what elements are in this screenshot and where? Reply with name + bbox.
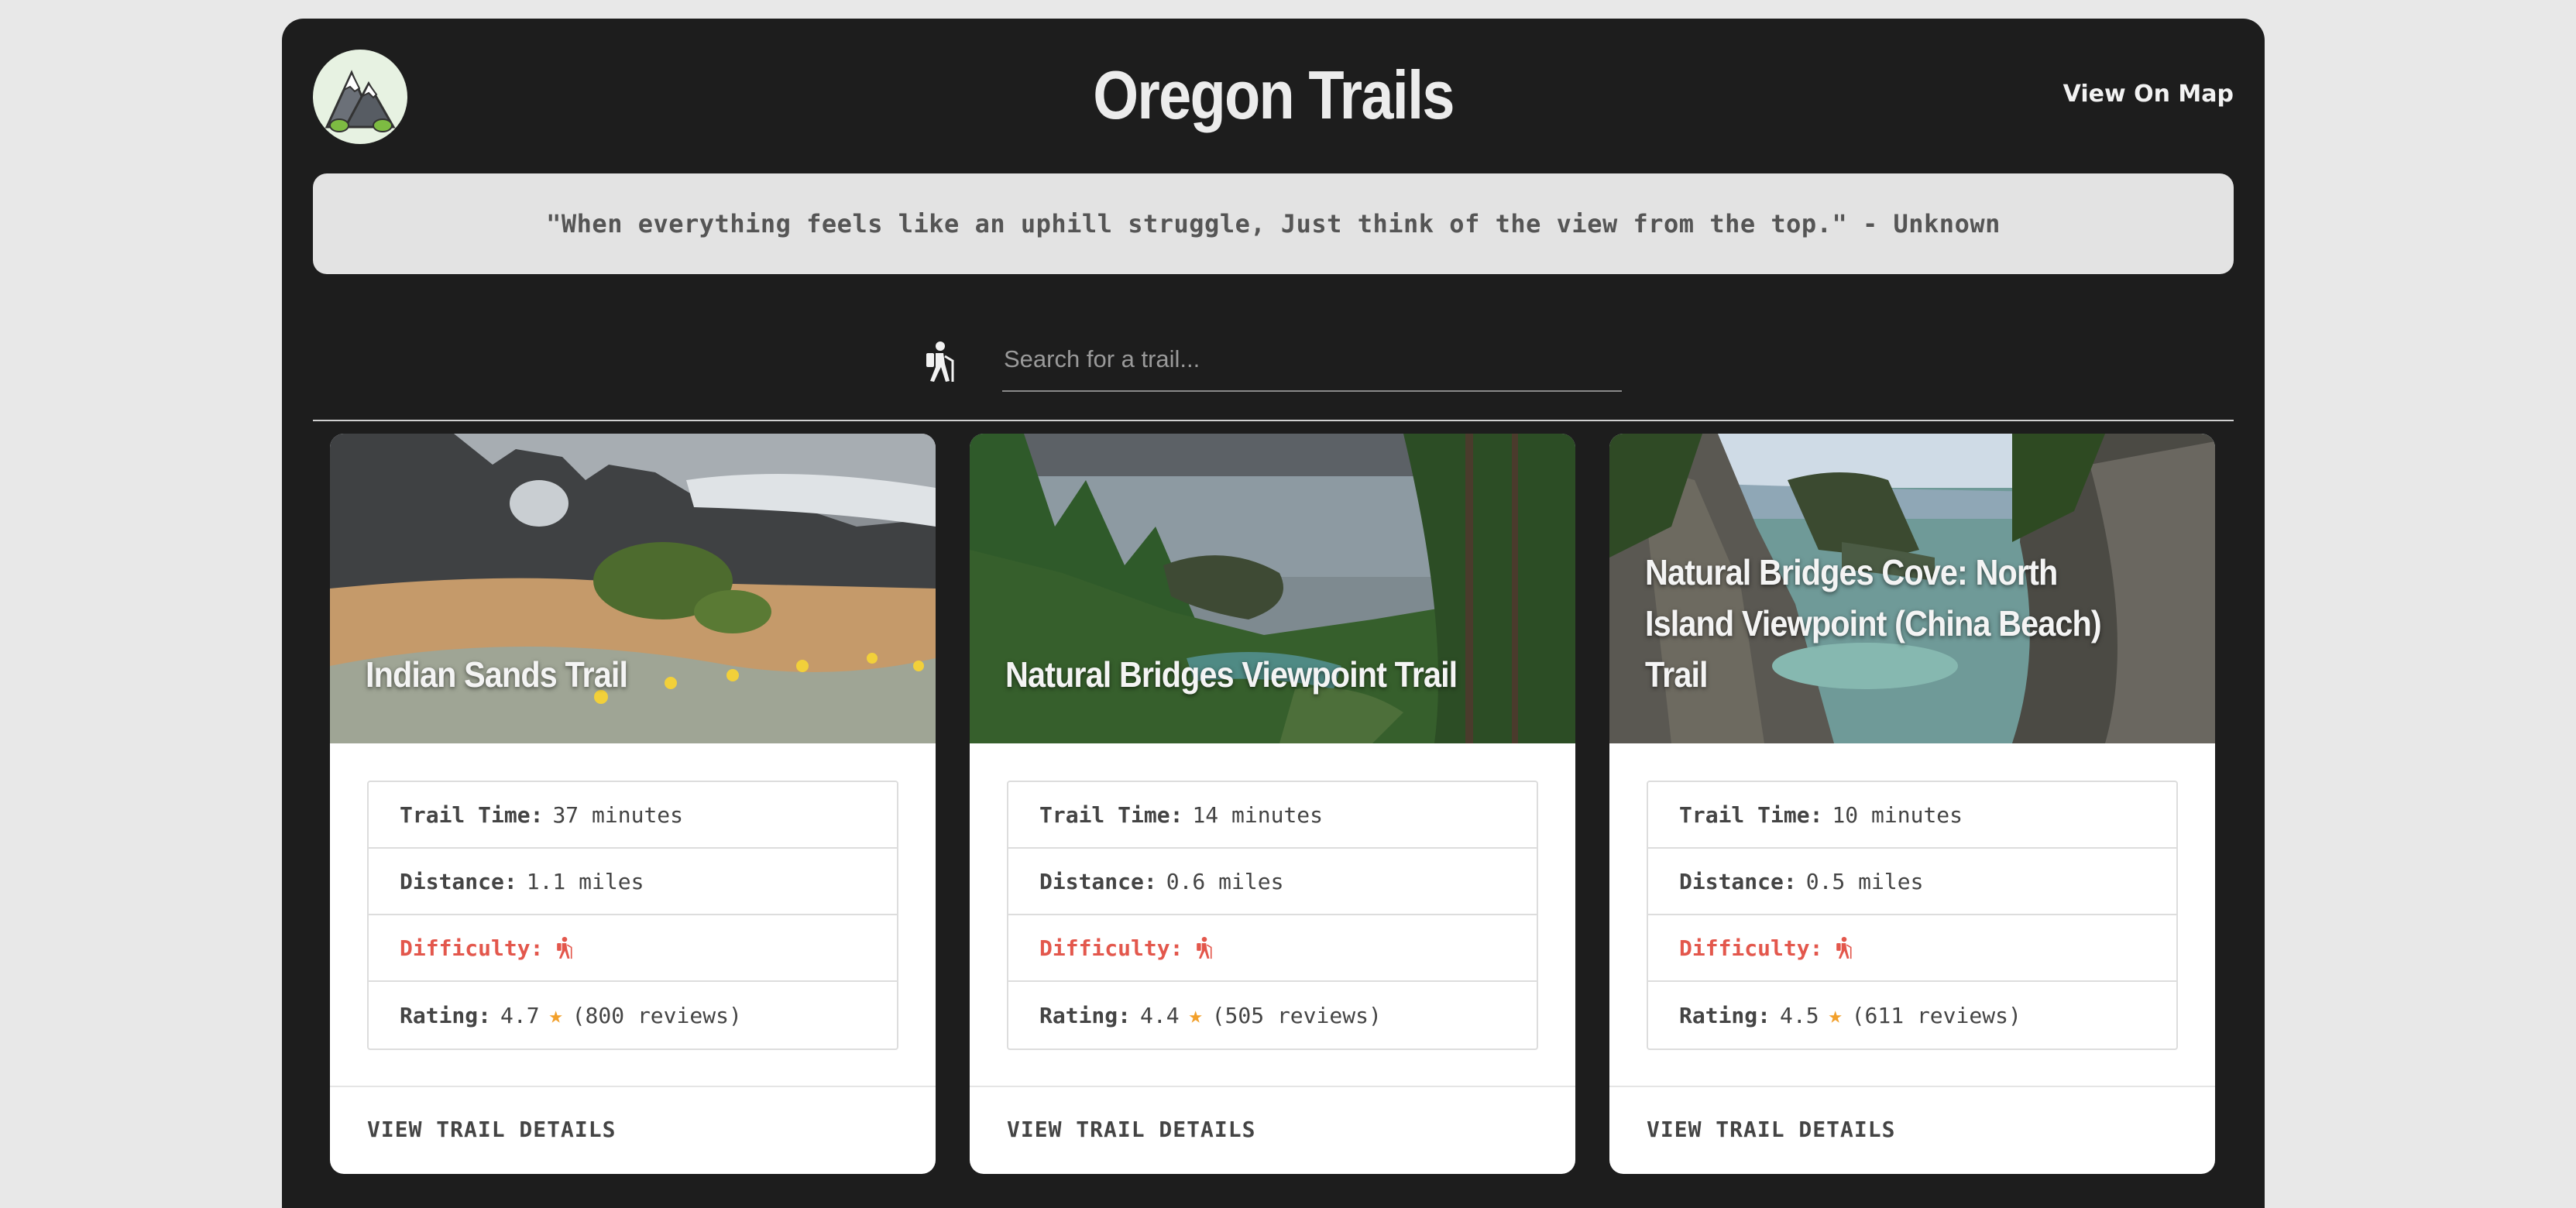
review-count: (611 reviews) [1851,1002,2021,1028]
distance-value: 0.6 miles [1166,868,1284,894]
view-trail-details-link[interactable]: VIEW TRAIL DETAILS [367,1117,616,1142]
trail-info-list: Trail Time: 14 minutes Distance: 0.6 mil… [1007,781,1538,1050]
distance-value: 1.1 miles [526,868,644,894]
rating-row: Rating: 4.5 ★ (611 reviews) [1648,982,2176,1048]
trail-name: Natural Bridges Cove: North Island Viewp… [1645,552,2102,695]
rating-value: 4.7 [500,1002,540,1028]
rating-row: Rating: 4.4 ★ (505 reviews) [1008,982,1537,1048]
difficulty-label: Difficulty: [1039,935,1183,961]
hiker-icon [926,341,954,382]
trail-time-value: 14 minutes [1192,801,1324,828]
trail-card[interactable]: Natural Bridges Viewpoint Trail Trail Ti… [970,434,1575,1174]
rating-value: 4.4 [1140,1002,1180,1028]
difficulty-row: Difficulty: [369,915,897,982]
trail-card[interactable]: Indian Sands Trail Trail Time: 37 minute… [330,434,936,1174]
page-title: Oregon Trails [1093,57,1455,133]
distance-row: Distance: 0.6 miles [1008,849,1537,915]
trail-time-row: Trail Time: 14 minutes [1008,782,1537,849]
star-icon: ★ [1188,1001,1203,1029]
trail-time-row: Trail Time: 10 minutes [1648,782,2176,849]
distance-row: Distance: 1.1 miles [369,849,897,915]
trail-info-list: Trail Time: 37 minutes Distance: 1.1 mil… [367,781,898,1050]
distance-label: Distance: [1039,868,1157,894]
trail-photo: Indian Sands Trail [330,434,936,743]
trail-name: Natural Bridges Viewpoint Trail [1005,654,1458,695]
header: Oregon Trails View On Map [282,19,2265,173]
trail-time-row: Trail Time: 37 minutes [369,782,897,849]
trail-time-label: Trail Time: [400,801,544,828]
distance-value: 0.5 miles [1805,868,1924,894]
trail-time-value: 10 minutes [1832,801,1963,828]
hiker-icon [557,936,572,959]
trail-time-label: Trail Time: [1679,801,1823,828]
difficulty-label: Difficulty: [400,935,544,961]
difficulty-row: Difficulty: [1008,915,1537,982]
review-count: (800 reviews) [572,1002,742,1028]
difficulty-label: Difficulty: [1679,935,1823,961]
quote-banner: "When everything feels like an uphill st… [313,173,2234,274]
distance-label: Distance: [400,868,517,894]
rating-label: Rating: [1679,1002,1771,1028]
distance-row: Distance: 0.5 miles [1648,849,2176,915]
distance-label: Distance: [1679,868,1797,894]
view-trail-details-link[interactable]: VIEW TRAIL DETAILS [1007,1117,1255,1142]
trail-photo: Natural Bridges Viewpoint Trail [970,434,1575,743]
review-count: (505 reviews) [1211,1002,1382,1028]
view-trail-details-link[interactable]: VIEW TRAIL DETAILS [1647,1117,1895,1142]
rating-row: Rating: 4.7 ★ (800 reviews) [369,982,897,1048]
app-container: Oregon Trails View On Map "When everythi… [282,19,2265,1208]
trail-time-label: Trail Time: [1039,801,1183,828]
rating-label: Rating: [400,1002,492,1028]
rating-label: Rating: [1039,1002,1132,1028]
difficulty-row: Difficulty: [1648,915,2176,982]
card-footer: VIEW TRAIL DETAILS [970,1086,1575,1174]
divider [313,420,2234,421]
search-input[interactable] [1002,328,1622,392]
hiker-icon [1197,936,1212,959]
rating-value: 4.5 [1780,1002,1819,1028]
search-bar [282,313,2265,398]
card-footer: VIEW TRAIL DETAILS [330,1086,936,1174]
trail-photo: Natural Bridges Cove: North Island Viewp… [1609,434,2215,743]
trail-card[interactable]: Natural Bridges Cove: North Island Viewp… [1609,434,2215,1174]
trail-name: Indian Sands Trail [366,654,628,695]
star-icon: ★ [1828,1001,1843,1029]
mountain-logo-icon[interactable] [313,50,407,144]
card-footer: VIEW TRAIL DETAILS [1609,1086,2215,1174]
hiker-icon [1836,936,1852,959]
view-on-map-link[interactable]: View On Map [2063,81,2234,108]
trail-time-value: 37 minutes [552,801,684,828]
star-icon: ★ [548,1001,563,1029]
trail-info-list: Trail Time: 10 minutes Distance: 0.5 mil… [1647,781,2178,1050]
